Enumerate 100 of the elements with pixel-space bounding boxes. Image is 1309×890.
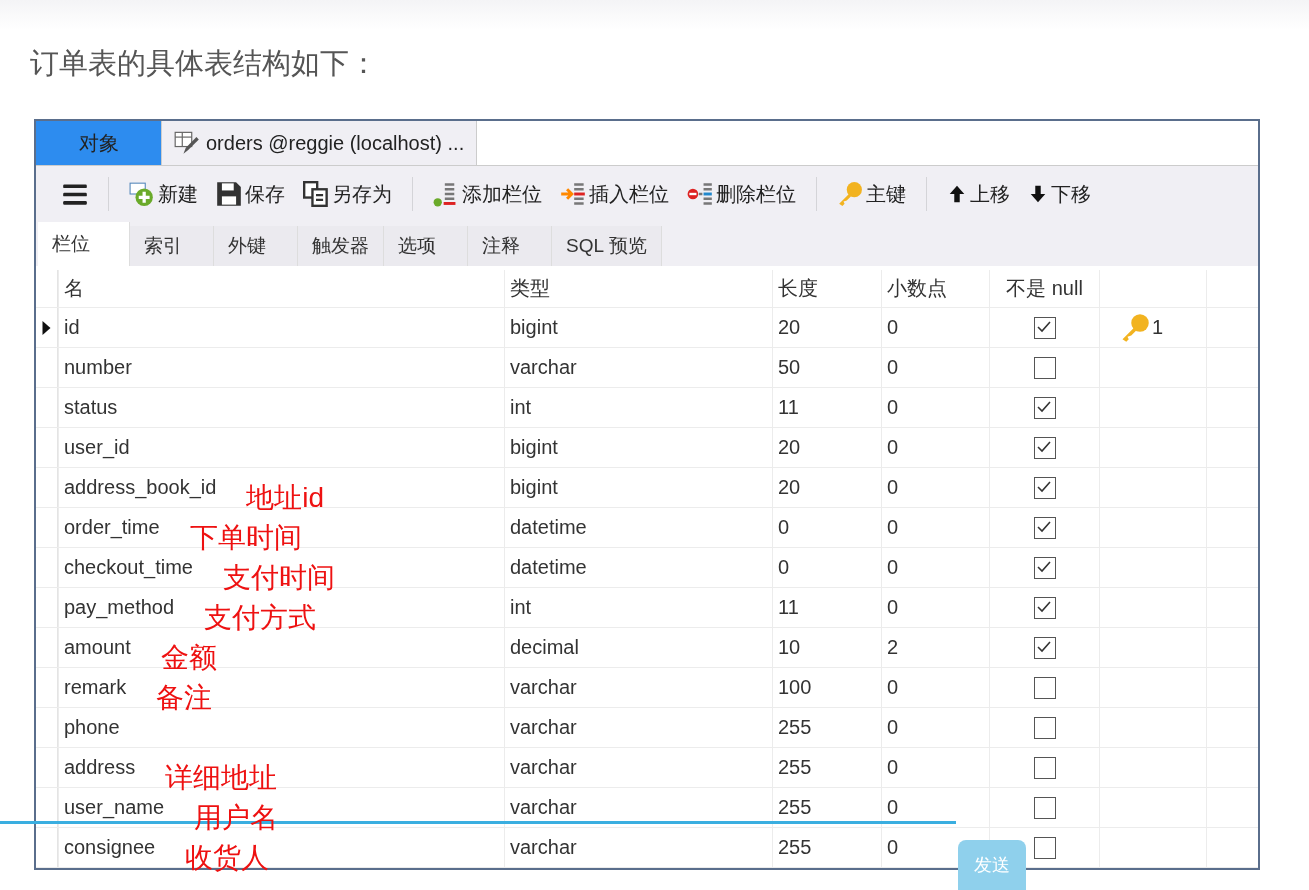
table-cell: 50 (772, 348, 881, 387)
sub-tab[interactable]: 索引 (130, 226, 214, 266)
table-cell: 0 (881, 748, 989, 787)
table-cell: bigint (504, 428, 772, 467)
table-cell: 0 (881, 348, 989, 387)
sub-tab[interactable]: 栏位 (38, 222, 130, 266)
copy-document-icon (303, 181, 329, 207)
table-cell: 0 (881, 708, 989, 747)
table-cell: 255 (772, 828, 881, 867)
sub-tab[interactable]: 注释 (468, 226, 552, 266)
toolbar-button[interactable]: 插入栏位 (554, 176, 675, 212)
handwritten-note: 备注 (156, 680, 213, 715)
table-cell: 11 (772, 588, 881, 627)
table-cell: order_time (64, 516, 160, 539)
table-cell: 11 (772, 388, 881, 427)
table-cell: 0 (881, 588, 989, 627)
handwritten-note: 详细地址 (165, 760, 278, 795)
table-cell: int (504, 388, 772, 427)
table-plus-icon (129, 181, 155, 207)
table-cell: 0 (881, 388, 989, 427)
save-icon (216, 181, 242, 207)
table-cell: bigint (504, 468, 772, 507)
column-header: 小数点 (881, 270, 989, 307)
table-cell: address (64, 756, 136, 779)
table-cell: 20 (772, 428, 881, 467)
insert-column-icon (560, 181, 586, 207)
column-header: 不是 null (989, 270, 1099, 307)
checkbox[interactable] (1033, 716, 1056, 739)
checkbox[interactable] (1033, 396, 1056, 419)
table-cell: 255 (772, 748, 881, 787)
table-cell: address_book_id (64, 476, 217, 499)
table-cell: user_id (64, 436, 130, 459)
delete-column-icon (687, 181, 713, 207)
table-cell: varchar (504, 668, 772, 707)
table-cell: varchar (504, 828, 772, 867)
checkbox[interactable] (1033, 476, 1056, 499)
checkbox[interactable] (1033, 596, 1056, 619)
table-cell: 0 (881, 428, 989, 467)
table-cell: decimal (504, 628, 772, 667)
checkbox[interactable] (1033, 796, 1056, 819)
table-cell: 255 (772, 708, 881, 747)
checkbox[interactable] (1033, 516, 1056, 539)
table-pencil-icon (174, 130, 200, 156)
window-tab[interactable]: orders @reggie (localhost) ... (162, 121, 478, 165)
handwritten-note: 收货人 (185, 840, 270, 875)
column-header: 长度 (772, 270, 881, 307)
checkbox[interactable] (1033, 756, 1056, 779)
toolbar-button[interactable]: 另存为 (297, 176, 398, 212)
table-cell: pay_method (64, 596, 175, 619)
checkbox[interactable] (1033, 636, 1056, 659)
toolbar-button[interactable]: 主键 (831, 176, 912, 212)
table-cell: 0 (881, 468, 989, 507)
column-header: 名 (58, 270, 504, 307)
handwritten-note: 地址id (246, 480, 325, 515)
checkbox[interactable] (1033, 436, 1056, 459)
arrow-up-icon (947, 184, 967, 204)
table-cell: 0 (772, 508, 881, 547)
handwritten-note: 支付方式 (204, 600, 317, 635)
table-cell: 100 (772, 668, 881, 707)
table-cell: status (64, 396, 118, 419)
current-row-marker-icon (42, 320, 51, 335)
sub-tab[interactable]: SQL 预览 (552, 226, 662, 266)
toolbar-button[interactable]: 下移 (1022, 176, 1097, 212)
heading-text: 订单表的具体表结构如下： (30, 46, 378, 81)
table-cell: phone (64, 716, 120, 739)
column-header: 类型 (504, 270, 772, 307)
table-cell: consignee (64, 836, 156, 859)
table-cell: varchar (504, 348, 772, 387)
table-cell: int (504, 588, 772, 627)
window-tab[interactable]: 对象 (36, 121, 162, 165)
checkbox[interactable] (1033, 676, 1056, 699)
table-cell: user_name (64, 796, 165, 819)
table-cell: 0 (881, 508, 989, 547)
table-cell: 20 (772, 468, 881, 507)
table-cell: amount (64, 636, 131, 659)
table-cell: 0 (881, 548, 989, 587)
table-cell: 0 (881, 308, 989, 347)
toolbar-button[interactable]: 添加栏位 (427, 176, 548, 212)
handwritten-note: 金额 (160, 640, 217, 675)
sub-tab[interactable]: 触发器 (298, 226, 384, 266)
key-icon (837, 181, 863, 207)
checkbox[interactable] (1033, 356, 1056, 379)
sub-tab[interactable]: 外键 (214, 226, 298, 266)
table-cell: datetime (504, 508, 772, 547)
table-cell: 0 (772, 548, 881, 587)
toolbar-button[interactable]: 保存 (210, 176, 291, 212)
table-cell: varchar (504, 748, 772, 787)
toolbar-button[interactable]: 新建 (123, 176, 204, 212)
sub-tab[interactable]: 选项 (384, 226, 468, 266)
table-cell: checkout_time (64, 556, 193, 579)
checkbox[interactable] (1033, 556, 1056, 579)
table-cell: id (64, 316, 80, 339)
table-cell: 0 (881, 668, 989, 707)
toolbar-button[interactable]: 上移 (941, 176, 1016, 212)
handwritten-note: 下单时间 (189, 520, 302, 555)
toolbar-button[interactable]: 删除栏位 (681, 176, 802, 212)
table-cell: bigint (504, 308, 772, 347)
checkbox[interactable] (1033, 836, 1056, 859)
handwritten-note: 支付时间 (222, 560, 335, 595)
checkbox[interactable] (1033, 316, 1056, 339)
